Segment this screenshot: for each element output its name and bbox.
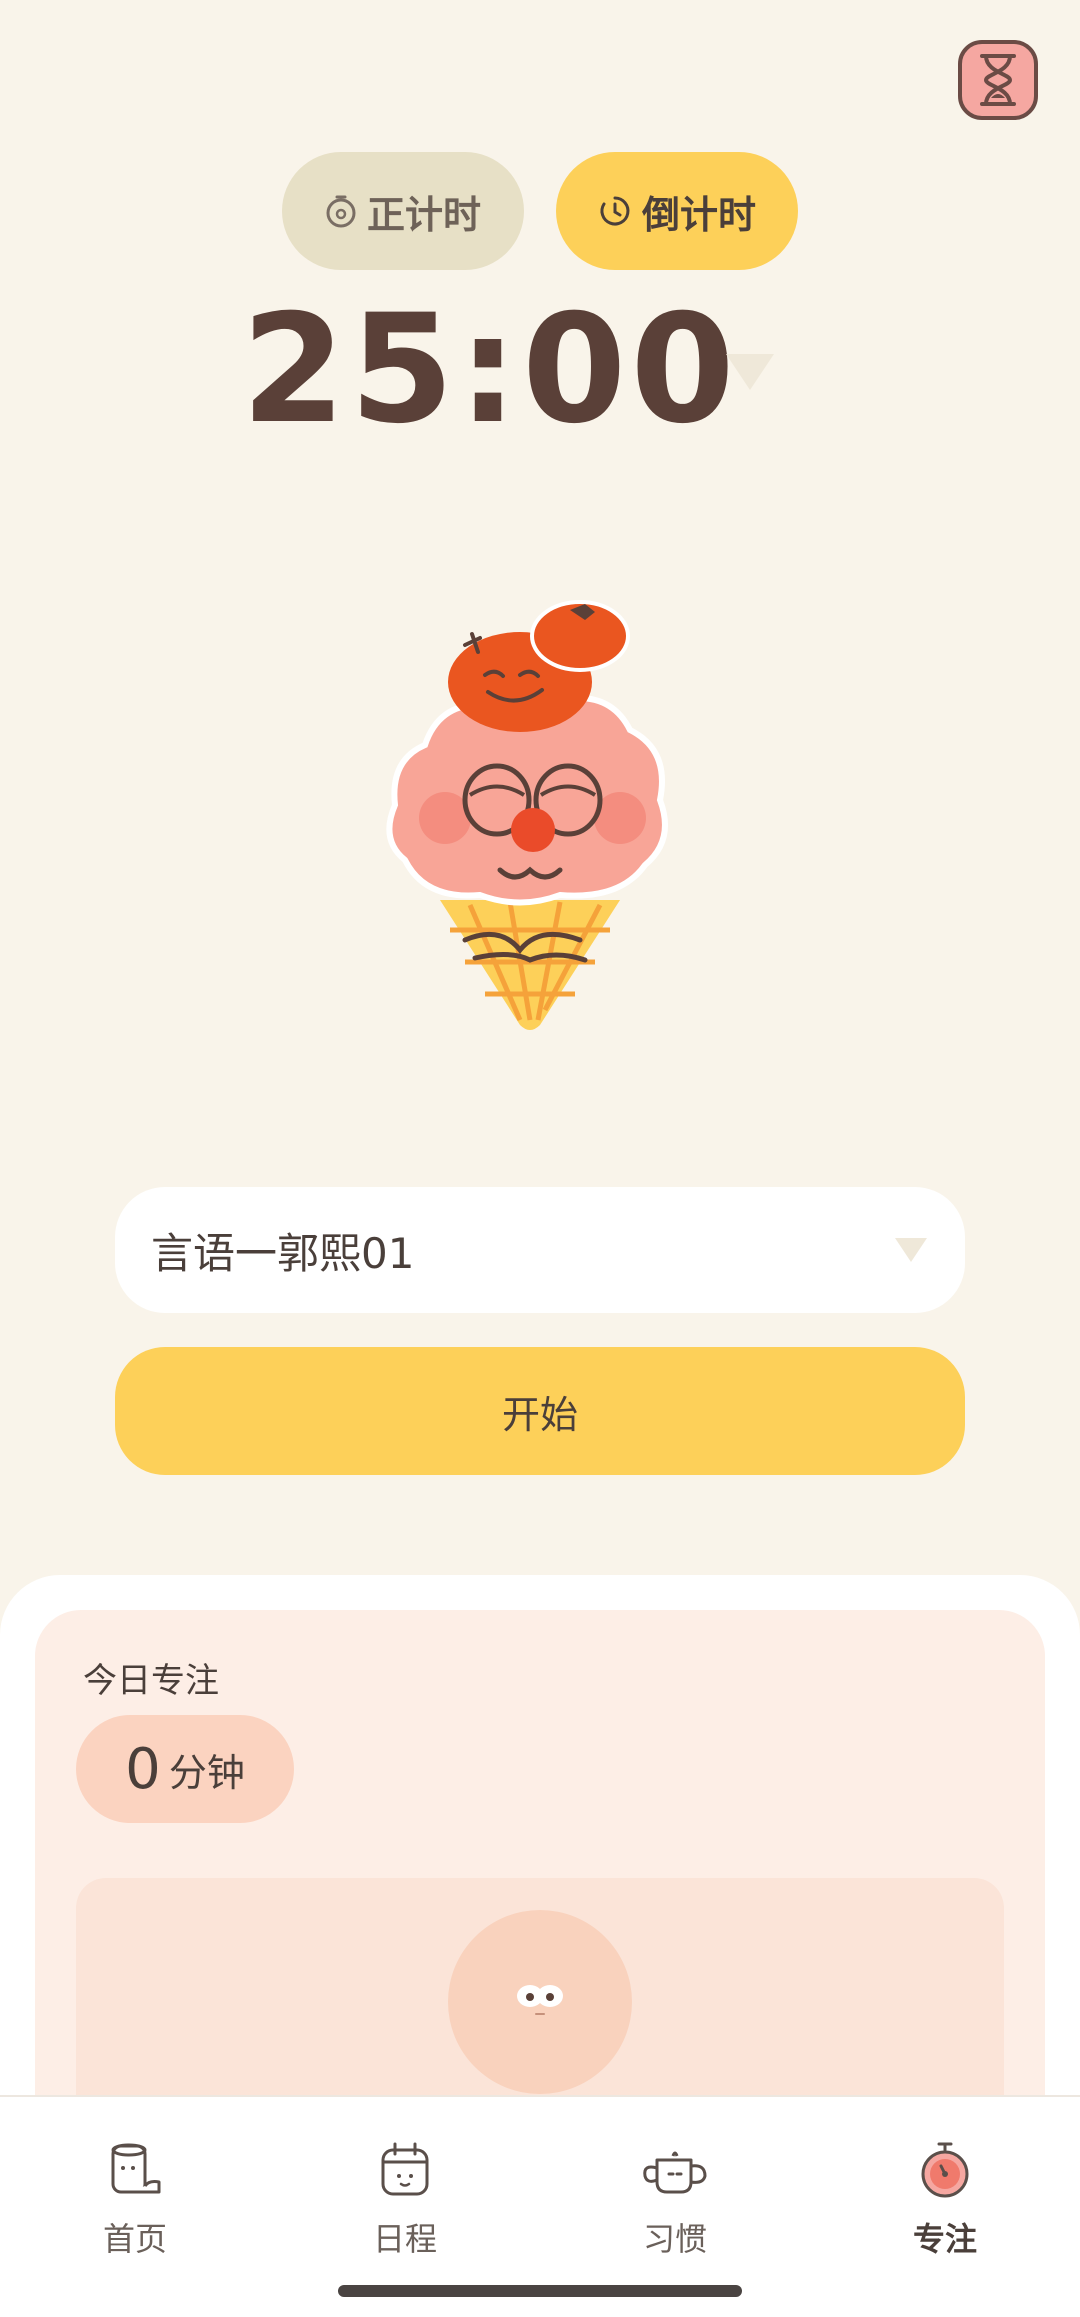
hourglass-button[interactable]	[958, 40, 1038, 120]
count-down-label: 倒计时	[641, 192, 756, 237]
today-focus-value: 0	[125, 1736, 161, 1802]
today-focus-label: 今日专注	[83, 1661, 219, 1701]
today-focus-badge: 0 分钟	[76, 1715, 294, 1823]
calendar-icon	[381, 2142, 429, 2196]
hourglass-icon	[980, 54, 1016, 106]
start-button[interactable]: 开始	[115, 1347, 965, 1475]
sleepy-face-icon	[517, 1985, 563, 2015]
nav-label-home: 首页	[102, 2220, 167, 2258]
stopwatch-icon	[326, 195, 356, 228]
task-select[interactable]: 言语一郭熙01	[115, 1187, 965, 1313]
home-indicator[interactable]	[338, 2285, 742, 2297]
toilet-paper-icon	[111, 2143, 161, 2194]
timer-display[interactable]: 25:00	[241, 283, 734, 457]
nav-label-habits: 习惯	[642, 2220, 707, 2258]
count-up-tab[interactable]: 正计时	[282, 152, 524, 270]
time-dropdown-icon[interactable]	[722, 350, 778, 394]
nav-item-habits[interactable]: 习惯	[575, 2140, 775, 2260]
task-select-value: 言语一郭熙01	[151, 1228, 415, 1278]
timer-icon	[600, 196, 630, 226]
empty-state-avatar	[448, 1910, 632, 2094]
nav-item-schedule[interactable]: 日程	[305, 2140, 505, 2260]
ice-cream-mascot	[386, 600, 668, 1030]
count-down-tab[interactable]: 倒计时	[556, 152, 798, 270]
nav-item-focus[interactable]: 专注	[845, 2140, 1045, 2260]
today-focus-unit: 分钟	[168, 1750, 245, 1795]
stopwatch-icon	[921, 2142, 969, 2198]
chevron-down-icon	[895, 1238, 927, 1262]
nav-item-home[interactable]: 首页	[35, 2140, 235, 2260]
count-up-label: 正计时	[366, 192, 481, 237]
teapot-icon	[643, 2151, 707, 2194]
nav-label-schedule: 日程	[372, 2220, 437, 2258]
nav-label-focus: 专注	[912, 2220, 977, 2258]
